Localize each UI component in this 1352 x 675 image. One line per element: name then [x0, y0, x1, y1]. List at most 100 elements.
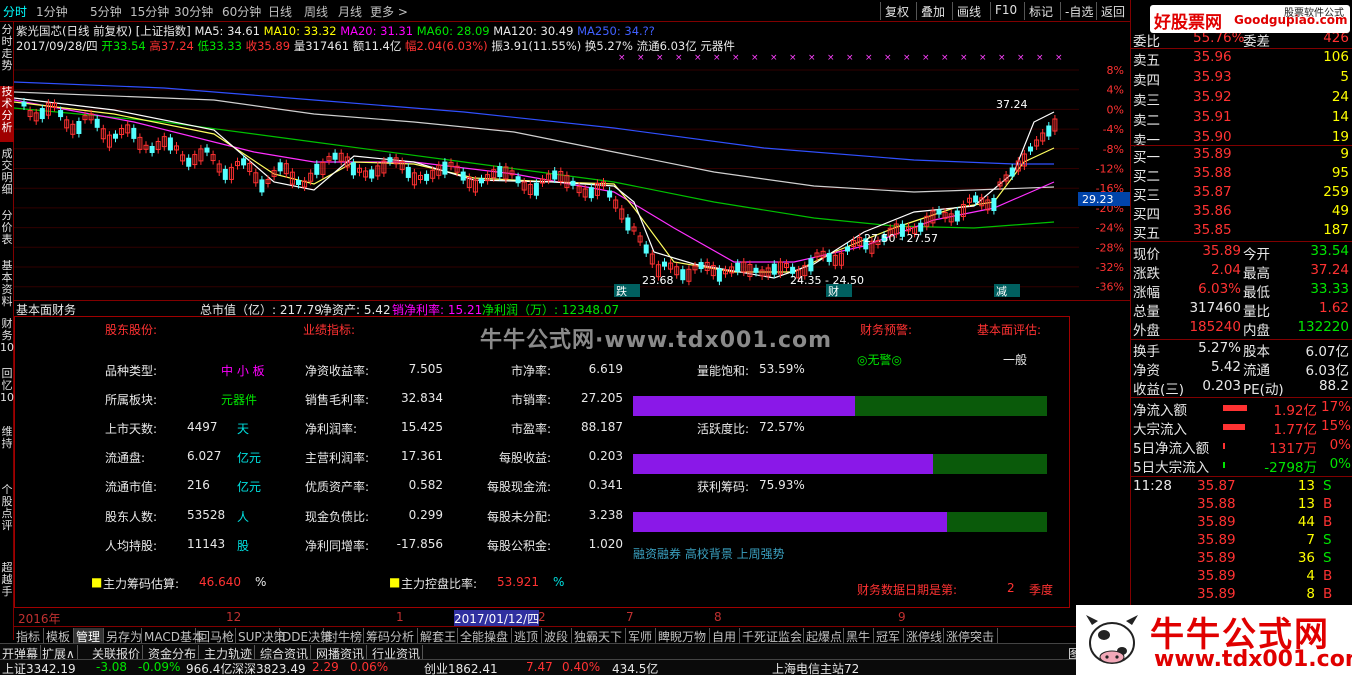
bid-label: 买五	[1133, 226, 1160, 242]
left-tab-3[interactable]: 分价表	[0, 210, 14, 254]
left-tab-2[interactable]: 成交明细	[0, 148, 14, 204]
left-tab-8[interactable]: 个股点评	[0, 484, 14, 554]
signal-mark: ×	[941, 53, 949, 63]
quote-stat-row: 外盘 185240 内盘 132220	[1131, 319, 1352, 339]
candle-body	[515, 176, 521, 184]
tool-button-6[interactable]: 返回	[1096, 2, 1129, 20]
left-tab-4[interactable]: 基本资料	[0, 260, 14, 314]
flow-label: 大宗流入	[1133, 422, 1187, 438]
col2-value: 0.582	[408, 478, 443, 492]
candle-body	[918, 222, 924, 232]
ask-row: 卖四 35.93 5	[1131, 69, 1352, 89]
tool-button-5[interactable]: -自选	[1060, 2, 1097, 20]
stat-label: 现价	[1133, 247, 1160, 263]
left-tab-6[interactable]: 回忆10	[0, 368, 14, 420]
left-tab-1[interactable]: 技术分析	[0, 86, 14, 142]
bid-row: 买五 35.85 187	[1131, 222, 1352, 242]
ma250-value: MA250: 34.??	[577, 24, 655, 38]
flow-value: 1.92亿	[1273, 403, 1317, 419]
stat-label: 内盘	[1243, 323, 1270, 339]
tool-button-3[interactable]: F10	[990, 2, 1021, 20]
cy-amount: 434.5亿	[612, 662, 659, 675]
period-tab-5[interactable]: 60分钟	[222, 3, 261, 20]
col3-value: 0.341	[588, 478, 623, 492]
left-tab-5[interactable]: 财务10	[0, 318, 14, 362]
tool-button-4[interactable]: 标记	[1024, 2, 1057, 20]
candle-body	[424, 173, 430, 181]
logo-bottom-url: www.tdx001.com	[1154, 647, 1352, 672]
pct-axis-label: -4%	[1103, 123, 1124, 136]
money-flow-row: 净流入额 1.92亿 17%	[1131, 399, 1352, 419]
period-tab-4[interactable]: 30分钟	[174, 3, 213, 20]
kline-chart[interactable]: 8%4%0%-4%-8%-12%-16%-20%-24%-28%-32%-36%…	[14, 52, 1130, 298]
flow-label: 净流入额	[1133, 403, 1187, 419]
index-link[interactable]: [上证指数]	[136, 24, 191, 38]
period-tab-9[interactable]: 更多 >	[370, 3, 408, 20]
col3-label: 每股未分配:	[486, 510, 551, 524]
left-tab-0[interactable]: 分时走势	[0, 24, 14, 76]
col2-label: 优质资产率:	[305, 480, 370, 494]
period-tab-3[interactable]: 15分钟	[130, 3, 169, 20]
left-tab-9[interactable]: 超越手	[0, 562, 14, 614]
cy-pct: 0.40%	[562, 660, 601, 674]
signal-mark: ×	[827, 53, 835, 63]
bar-value: 53.59%	[759, 362, 805, 376]
col3-label: 市销率:	[510, 393, 551, 407]
candle-body	[186, 157, 192, 167]
open-value: 开33.54	[101, 39, 146, 53]
flow-pct: 15%	[1320, 418, 1351, 434]
period-tab-7[interactable]: 周线	[304, 3, 328, 20]
stat-label: 最低	[1243, 285, 1270, 301]
ask-volume: 24	[1331, 89, 1349, 105]
candle-body	[954, 210, 960, 222]
flow-pct: 0%	[1329, 437, 1351, 453]
section-shareholder: 股东股份:	[105, 323, 158, 337]
ask-label: 卖二	[1133, 113, 1160, 129]
left-tab-7[interactable]: 维持	[0, 426, 14, 478]
stat-label: 净资	[1133, 363, 1160, 379]
server-name[interactable]: 上海电信主站72	[772, 660, 859, 675]
pct-axis-label: 0%	[1107, 103, 1124, 116]
tick-volume: 8	[1306, 586, 1315, 602]
candle-body	[973, 195, 979, 203]
pct-axis-label: 8%	[1107, 64, 1124, 77]
candle-body	[113, 133, 118, 139]
candle-body	[131, 127, 137, 139]
candle-body	[552, 170, 558, 180]
bid-volume: 9	[1340, 146, 1349, 162]
stat-value: 5.42	[1210, 359, 1241, 375]
tick-side: S	[1323, 478, 1332, 494]
tool-button-0[interactable]: 复权	[880, 2, 913, 20]
stat-value: 37.24	[1310, 262, 1349, 278]
period-tab-1[interactable]: 1分钟	[36, 3, 68, 20]
money-flow-row: 5日净流入额 1317万 0%	[1131, 437, 1352, 457]
tick-price: 35.89	[1197, 514, 1236, 530]
tool-button-1[interactable]: 叠加	[916, 2, 949, 20]
period-tab-8[interactable]: 月线	[338, 3, 362, 20]
ma120-value: MA120: 30.49	[493, 24, 574, 38]
sh-amount: 966.4亿	[186, 662, 233, 675]
control-unit: %	[553, 575, 565, 589]
col1-label: 品种类型:	[105, 364, 158, 378]
period-tab-6[interactable]: 日线	[268, 3, 292, 20]
col2-value: 0.299	[408, 508, 443, 522]
ma10-value: MA10: 33.32	[263, 24, 337, 38]
candle-body	[76, 120, 82, 134]
col2-label: 现金负债比:	[305, 510, 370, 524]
bar-label: 量能饱和:	[697, 364, 750, 378]
stock-tags: 融资融券 高校背景 上周强势	[633, 547, 785, 561]
col3-value: 3.238	[588, 508, 623, 522]
tool-button-2[interactable]: 画线	[952, 2, 985, 20]
control-bullet: ■	[389, 575, 401, 589]
sz-index: 深深3823.49	[232, 662, 306, 675]
period-tab-0[interactable]: 分时	[3, 3, 27, 20]
candle-body	[1009, 167, 1015, 177]
volume-value: 量317461	[293, 39, 350, 53]
period-tab-2[interactable]: 5分钟	[90, 3, 122, 20]
col2-value: 7.505	[408, 362, 443, 376]
candle-body	[680, 269, 686, 281]
stat-label: PE(动)	[1243, 382, 1284, 398]
cow-icon	[1086, 615, 1138, 664]
signal-mark: ×	[846, 53, 854, 63]
tick-side: B	[1323, 496, 1333, 512]
